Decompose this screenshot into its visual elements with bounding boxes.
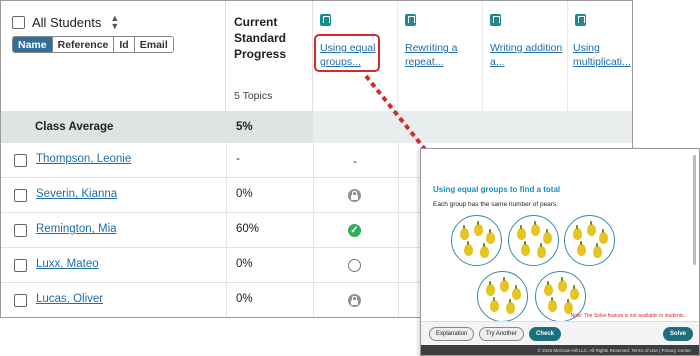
identifier-toggle: Name Reference Id Email <box>12 36 174 53</box>
topic-link-using-multiplication[interactable]: Using multiplicati... <box>573 41 632 69</box>
bookmark-icon <box>405 14 416 26</box>
problem-prompt: Each group has the same number of pears. <box>433 201 559 208</box>
row-checkbox[interactable] <box>14 294 27 307</box>
student-column-header: All Students ▲ ▼ Name Reference Id Email <box>1 1 226 111</box>
no-data-dash: - <box>353 154 357 168</box>
pear-icon <box>486 281 495 296</box>
topic-link-rewriting-repeat[interactable]: Rewriting a repeat... <box>405 41 479 69</box>
seg-name-button[interactable]: Name <box>13 37 53 52</box>
pear-icon <box>543 229 552 244</box>
solve-button[interactable]: Solve <box>663 327 694 341</box>
pear-group <box>564 215 615 266</box>
pear-icon <box>490 297 499 312</box>
pear-icon <box>587 221 596 236</box>
pear-icon <box>537 243 546 258</box>
row-checkbox[interactable] <box>14 154 27 167</box>
bookmark-icon <box>490 14 501 26</box>
explanation-button[interactable]: Explanation <box>429 327 475 341</box>
student-progress: 0% <box>236 293 253 305</box>
student-progress: 60% <box>236 223 260 235</box>
pear-icon <box>517 225 526 240</box>
bookmark-icon <box>320 14 331 26</box>
pear-icon <box>512 285 521 300</box>
student-name-link[interactable]: Thompson, Leonie <box>36 153 131 165</box>
scrollbar[interactable] <box>693 155 696 265</box>
pear-icon <box>460 225 469 240</box>
lock-icon <box>348 294 361 307</box>
pear-icon <box>521 241 530 256</box>
try-another-button[interactable]: Try Another <box>479 327 524 341</box>
preview-footer: © 2025 McGraw Hill LLC. All Rights Reser… <box>421 345 699 355</box>
highlight-box <box>314 34 380 72</box>
seg-reference-button[interactable]: Reference <box>52 37 115 52</box>
sort-up-down-icon[interactable]: ▲ ▼ <box>110 14 119 31</box>
row-checkbox[interactable] <box>14 259 27 272</box>
problem-title: Using equal groups to find a total <box>433 185 561 194</box>
pear-icon <box>593 243 602 258</box>
row-checkbox[interactable] <box>14 224 27 237</box>
pear-icon <box>573 225 582 240</box>
pear-icon <box>506 299 515 314</box>
empty-circle-icon <box>348 259 361 272</box>
student-progress: 0% <box>236 258 253 270</box>
seg-id-button[interactable]: Id <box>114 37 135 52</box>
all-students-label: All Students <box>32 14 102 30</box>
check-button[interactable]: Check <box>529 327 562 341</box>
class-average-value: 5% <box>236 121 253 133</box>
topics-count: 5 Topics <box>234 90 273 102</box>
student-progress: 0% <box>236 188 253 200</box>
pear-icon <box>480 243 489 258</box>
checkmark-icon: ✓ <box>348 224 361 237</box>
pear-icon <box>531 221 540 236</box>
lock-icon <box>348 189 361 202</box>
class-average-label: Class Average <box>35 121 114 133</box>
student-progress: - <box>236 153 240 165</box>
row-checkbox[interactable] <box>14 189 27 202</box>
student-name-link[interactable]: Lucas, Oliver <box>36 293 103 305</box>
student-name-link[interactable]: Severin, Kianna <box>36 188 117 200</box>
pear-group <box>451 215 502 266</box>
solve-note: Note: The Solve feature is not available… <box>570 313 685 319</box>
pear-icon <box>599 229 608 244</box>
pear-icon <box>577 241 586 256</box>
pear-group <box>477 271 528 322</box>
pear-icon <box>464 241 473 256</box>
pear-icon <box>500 277 509 292</box>
preview-action-bar: Explanation Try Another Check Solve <box>421 321 699 345</box>
bookmark-icon <box>575 14 586 26</box>
pear-group <box>508 215 559 266</box>
pear-icon <box>558 277 567 292</box>
pear-icon <box>544 281 553 296</box>
pear-icon <box>474 221 483 236</box>
topic-link-writing-addition[interactable]: Writing addition a... <box>490 41 564 69</box>
student-name-link[interactable]: Luxx, Mateo <box>36 258 99 270</box>
class-average-row: Class Average 5% <box>1 111 632 143</box>
problem-preview-panel: Using equal groups to find a total Each … <box>420 148 700 356</box>
screenshot-stage: All Students ▲ ▼ Name Reference Id Email … <box>0 0 700 356</box>
select-all-checkbox[interactable] <box>12 15 25 29</box>
pear-icon <box>570 285 579 300</box>
progress-header-title: Current Standard Progress <box>234 15 287 61</box>
seg-email-button[interactable]: Email <box>134 37 173 52</box>
pear-icon <box>548 297 557 312</box>
pear-icon <box>486 229 495 244</box>
student-name-link[interactable]: Remington, Mia <box>36 223 117 235</box>
